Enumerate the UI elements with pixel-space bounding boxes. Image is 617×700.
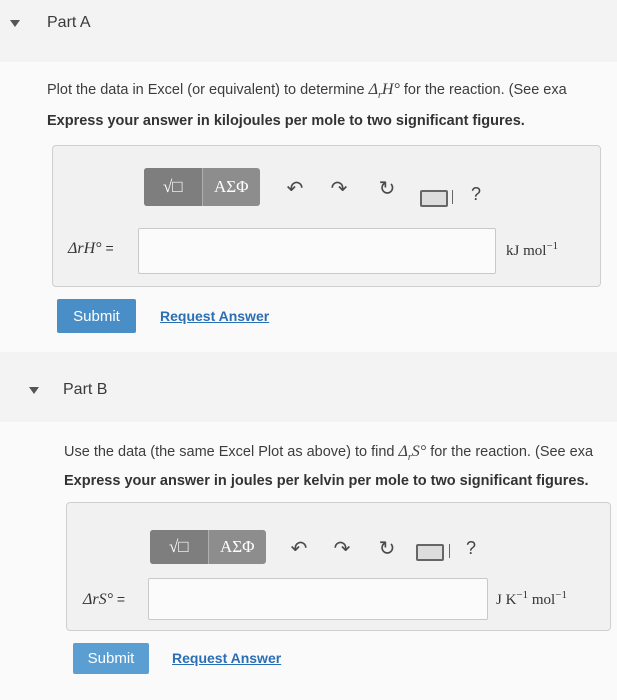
part-b-submit-button[interactable]: Submit bbox=[73, 643, 149, 674]
reset-icon[interactable]: ↻ bbox=[376, 538, 398, 560]
part-b-emphasis: Express your answer in joules per kelvin… bbox=[64, 473, 589, 489]
templates-icon[interactable]: √□ bbox=[144, 168, 203, 206]
part-b-request-answer-link[interactable]: Request Answer bbox=[172, 650, 281, 666]
delta-r-s-symbol: ΔrS° bbox=[398, 443, 427, 464]
part-b-toolbar-group: √□ ΑΣΦ bbox=[150, 530, 266, 564]
keyboard-icon[interactable] bbox=[420, 190, 448, 207]
part-b-answer-label: ΔrS° = bbox=[83, 591, 126, 608]
help-icon[interactable]: ? bbox=[466, 538, 476, 559]
undo-icon[interactable]: ↶ bbox=[288, 538, 310, 560]
part-a-unit: kJ mol−1 bbox=[506, 240, 559, 259]
part-a-instruction: Plot the data in Excel (or equivalent) t… bbox=[47, 81, 567, 102]
reset-icon[interactable]: ↻ bbox=[376, 178, 398, 200]
part-a-answer-label: ΔrH° = bbox=[68, 240, 114, 257]
part-b-answer-input[interactable] bbox=[148, 578, 488, 620]
greek-symbols-icon[interactable]: ΑΣΦ bbox=[203, 168, 261, 206]
part-a-collapse-toggle[interactable] bbox=[10, 20, 20, 27]
part-b-instruction: Use the data (the same Excel Plot as abo… bbox=[64, 443, 594, 464]
help-icon[interactable]: ? bbox=[471, 184, 481, 205]
delta-r-h-symbol: ΔrH° bbox=[368, 81, 400, 102]
part-b-collapse-toggle[interactable] bbox=[29, 387, 39, 394]
redo-icon[interactable]: ↷ bbox=[328, 178, 350, 200]
part-a-submit-button[interactable]: Submit bbox=[57, 299, 136, 333]
keyboard-divider bbox=[449, 544, 450, 558]
part-a-toolbar-group: √□ ΑΣΦ bbox=[144, 168, 260, 206]
undo-icon[interactable]: ↶ bbox=[284, 178, 306, 200]
keyboard-divider bbox=[452, 190, 453, 204]
part-a-answer-input[interactable] bbox=[138, 228, 496, 274]
greek-symbols-icon[interactable]: ΑΣΦ bbox=[209, 530, 267, 564]
redo-icon[interactable]: ↷ bbox=[331, 538, 353, 560]
part-a-emphasis: Express your answer in kilojoules per mo… bbox=[47, 113, 525, 129]
keyboard-icon[interactable] bbox=[416, 544, 444, 561]
part-a-title[interactable]: Part A bbox=[47, 14, 91, 32]
part-a-request-answer-link[interactable]: Request Answer bbox=[160, 308, 269, 324]
part-b-title[interactable]: Part B bbox=[63, 381, 107, 399]
templates-icon[interactable]: √□ bbox=[150, 530, 209, 564]
part-b-unit: J K−1 mol−1 bbox=[496, 589, 567, 608]
